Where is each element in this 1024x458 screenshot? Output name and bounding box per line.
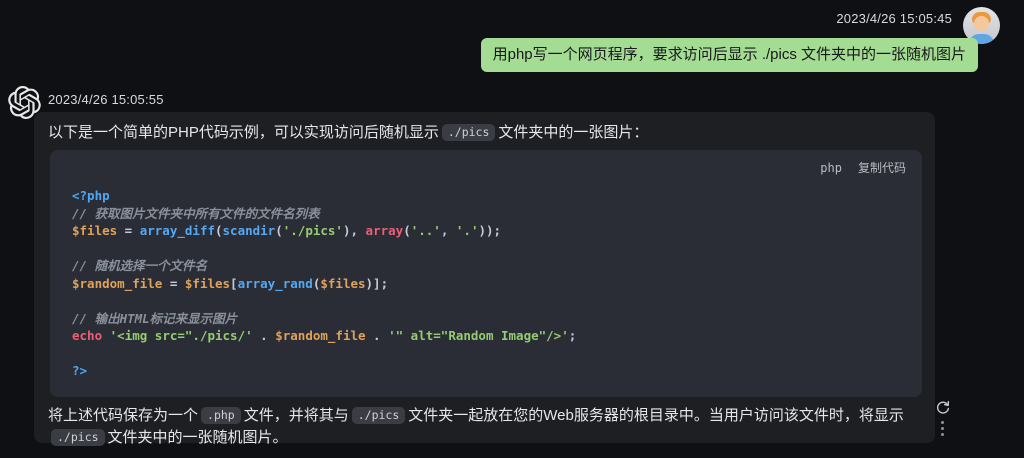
code-language-label: php — [820, 161, 842, 175]
code-block: php 复制代码 <?php// 获取图片文件夹中所有文件的文件名列表$file… — [50, 150, 922, 397]
avatar-face — [974, 16, 989, 31]
code-block-header: php 复制代码 — [50, 150, 922, 176]
user-message-timestamp: 2023/4/26 15:05:45 — [836, 11, 952, 26]
inline-code-chip: ./pics — [51, 429, 105, 446]
inline-code-chip: .php — [201, 407, 241, 424]
text-segment: 文件夹中的一张图片： — [498, 124, 648, 141]
assistant-message-timestamp: 2023/4/26 15:05:55 — [48, 92, 164, 107]
code-line — [72, 292, 900, 310]
inline-code-chip: ./pics — [442, 124, 496, 141]
code-line: // 随机选择一个文件名 — [72, 257, 900, 275]
text-segment: 文件，并将其与 — [244, 407, 349, 424]
code-line: <?php — [72, 187, 900, 205]
assistant-message-menu-icon[interactable] — [941, 421, 945, 436]
code-line — [72, 240, 900, 258]
text-segment: 以下是一个简单的PHP代码示例，可以实现访问后随机显示 — [48, 124, 439, 141]
text-segment: 文件夹一起放在您的Web服务器的根目录中。当用户访问该文件时，将显示 — [408, 407, 904, 424]
text-segment: 文件夹中的一张随机图片。 — [108, 429, 288, 446]
code-line — [72, 345, 900, 363]
code-line: $files = array_diff(scandir('./pics'), a… — [72, 222, 900, 240]
code-line: $random_file = $files[array_rand($files)… — [72, 275, 900, 293]
code-line: // 输出HTML标记来显示图片 — [72, 310, 900, 328]
assistant-message-bubble: 以下是一个简单的PHP代码示例，可以实现访问后随机显示./pics文件夹中的一张… — [34, 112, 935, 443]
code-line: ?> — [72, 362, 900, 380]
assistant-intro-paragraph: 以下是一个简单的PHP代码示例，可以实现访问后随机显示./pics文件夹中的一张… — [48, 122, 922, 144]
code-line: echo '<img src="./pics/' . $random_file … — [72, 327, 900, 345]
code-line: // 获取图片文件夹中所有文件的文件名列表 — [72, 205, 900, 223]
inline-code-chip: ./pics — [352, 407, 406, 424]
regenerate-icon[interactable] — [934, 399, 952, 417]
user-message-bubble: 用php写一个网页程序，要求访问后显示 ./pics 文件夹中的一张随机图片 — [481, 38, 978, 72]
code-content: <?php// 获取图片文件夹中所有文件的文件名列表$files = array… — [50, 176, 922, 380]
assistant-outro-paragraph: 将上述代码保存为一个.php文件，并将其与./pics文件夹一起放在您的Web服… — [48, 405, 922, 449]
text-segment: 将上述代码保存为一个 — [48, 407, 198, 424]
copy-code-button[interactable]: 复制代码 — [858, 159, 906, 176]
